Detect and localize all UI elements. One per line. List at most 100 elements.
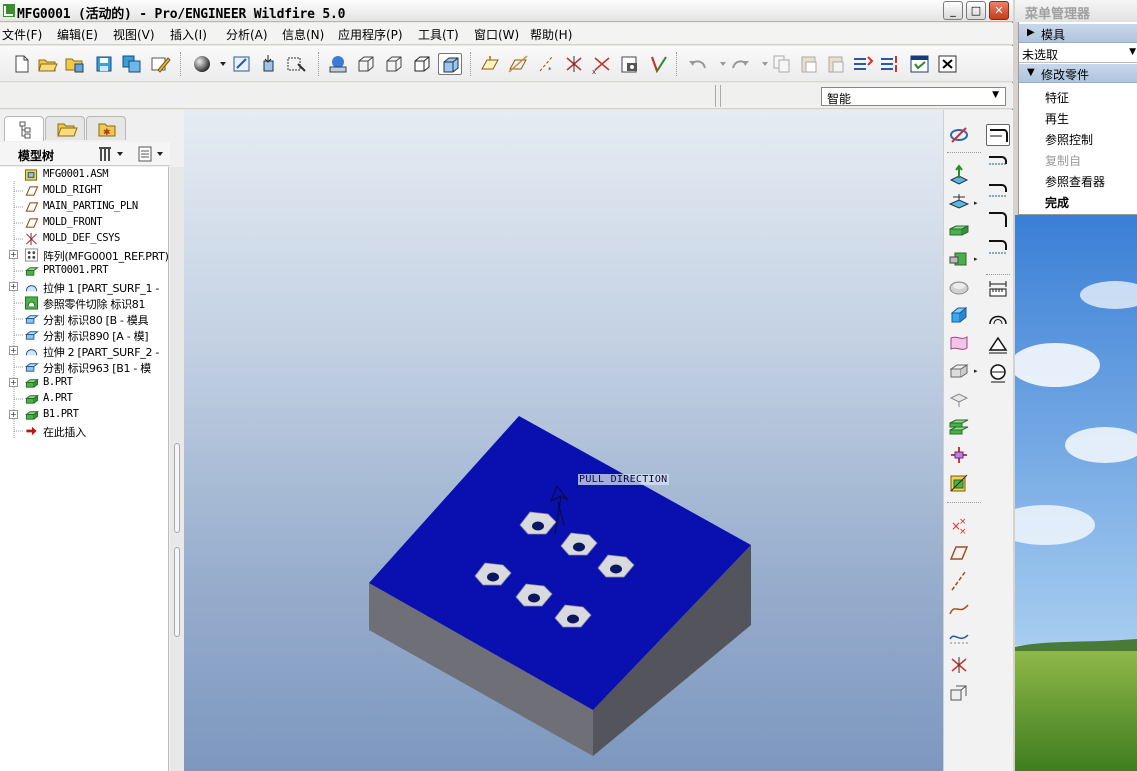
tree-row[interactable]: 分割 标识80 [B - 模具 xyxy=(0,311,168,327)
skirt-surface-icon[interactable] xyxy=(947,388,971,410)
water-line-icon[interactable] xyxy=(986,152,1010,174)
datum-plane-display-icon[interactable] xyxy=(478,53,502,75)
copy-icon[interactable] xyxy=(770,53,794,75)
zoom-box-icon[interactable] xyxy=(285,53,309,75)
close-button[interactable]: ✕ xyxy=(989,1,1009,20)
pull-direction-icon[interactable] xyxy=(947,164,971,186)
mold-layout-icon[interactable] xyxy=(947,444,971,466)
tree-row[interactable]: MOLD_DEF_CSYS xyxy=(0,231,168,247)
menu-analysis[interactable]: 分析(A) xyxy=(226,26,268,43)
model-tree-tab-icon[interactable] xyxy=(4,116,44,141)
menu-item-regenerate[interactable]: 再生 xyxy=(1045,110,1069,127)
volume-split-icon[interactable] xyxy=(947,304,971,326)
shading-icon[interactable] xyxy=(438,53,462,75)
mold-opening-icon[interactable] xyxy=(947,472,971,494)
menu-section-modify-part[interactable]: ▼ 修改零件 xyxy=(1019,64,1137,83)
menu-selection-dropdown[interactable]: 未选取 ▼ xyxy=(1019,44,1137,63)
no-hidden-icon[interactable] xyxy=(410,53,434,75)
curve-icon[interactable] xyxy=(947,626,971,648)
model-tree[interactable]: MFG0001.ASM MOLD_RIGHT MAIN_PARTING_PLN MOL… xyxy=(0,167,169,771)
menu-help[interactable]: 帮助(H) xyxy=(530,26,572,43)
menu-item-done[interactable]: 完成 xyxy=(1045,194,1069,211)
menu-file[interactable]: 文件(F) xyxy=(2,26,42,43)
workpiece-icon[interactable] xyxy=(947,220,971,242)
pick-icon[interactable] xyxy=(326,53,350,75)
menu-applications[interactable]: 应用程序(P) xyxy=(338,26,403,43)
menu-item-reference-viewer[interactable]: 参照查看器 xyxy=(1045,173,1105,190)
tree-expand-icon[interactable]: + xyxy=(9,378,18,387)
navigator-splitter[interactable] xyxy=(170,167,184,771)
render-sphere-icon[interactable] xyxy=(190,53,214,75)
wireframe-icon[interactable] xyxy=(354,53,378,75)
tree-row[interactable]: + 阵列(MFG0001_REF.PRT) xyxy=(0,247,168,263)
ejector-pin-icon[interactable] xyxy=(986,180,1010,202)
analysis-feature-icon[interactable] xyxy=(947,682,971,704)
save-copy-icon[interactable] xyxy=(120,53,144,75)
datum-point-icon[interactable]: × × × xyxy=(947,514,971,537)
parting-surface-icon[interactable] xyxy=(947,332,971,354)
repaint-icon[interactable] xyxy=(230,53,254,75)
measure-icon[interactable] xyxy=(986,278,1010,300)
feature-list-icon[interactable] xyxy=(878,53,902,75)
new-file-icon[interactable] xyxy=(9,53,33,75)
thickness-check-icon[interactable] xyxy=(986,306,1010,328)
reference-model-icon[interactable] xyxy=(947,192,971,214)
window-activate-icon[interactable] xyxy=(908,53,932,75)
menu-item-feature[interactable]: 特征 xyxy=(1045,89,1069,106)
menu-tools[interactable]: 工具(T) xyxy=(418,26,459,43)
flyout-arrow-icon[interactable]: ▸ xyxy=(974,200,980,207)
window-close-icon[interactable] xyxy=(936,53,960,75)
draft-angle-icon[interactable] xyxy=(986,362,1010,384)
menu-insert[interactable]: 插入(I) xyxy=(170,26,207,43)
open-file-icon[interactable] xyxy=(36,53,60,75)
named-view-icon[interactable]: x xyxy=(590,53,614,76)
regenerate-icon[interactable] xyxy=(646,53,670,75)
menu-info[interactable]: 信息(N) xyxy=(282,26,324,43)
tree-row[interactable]: + 拉伸 1 [PART_SURF_1 - xyxy=(0,279,168,295)
menu-manager-title-bar[interactable]: 菜单管理器 xyxy=(1015,0,1137,22)
tree-row[interactable]: 分割 标识963 [B1 - 模 xyxy=(0,359,168,375)
cavity-insert-icon[interactable] xyxy=(947,416,971,438)
tree-show-button[interactable] xyxy=(136,145,166,163)
spin-center-icon[interactable] xyxy=(257,53,281,75)
tree-row[interactable]: MAIN_PARTING_PLN xyxy=(0,199,168,215)
selection-filter-dropdown[interactable]: 智能 ▼ xyxy=(821,87,1006,106)
projected-area-icon[interactable] xyxy=(986,334,1010,356)
tree-expand-icon[interactable]: + xyxy=(9,250,18,259)
paste-icon[interactable] xyxy=(797,53,821,75)
tree-row[interactable]: MOLD_RIGHT xyxy=(0,183,168,199)
tree-row[interactable]: 参照零件切除 标识81 xyxy=(0,295,168,311)
minimize-button[interactable]: _ xyxy=(943,1,963,20)
csys-display-icon[interactable] xyxy=(562,53,586,75)
graphics-window[interactable]: PULL DIRECTION xyxy=(184,110,943,771)
paste-special-icon[interactable] xyxy=(824,53,848,75)
save-icon[interactable] xyxy=(92,53,116,75)
tree-row[interactable]: MFG0001.ASM xyxy=(0,167,168,183)
tree-row[interactable]: + 拉伸 2 [PART_SURF_2 - xyxy=(0,343,168,359)
tree-row[interactable]: + B.PRT xyxy=(0,375,168,391)
hidden-line-icon[interactable] xyxy=(382,53,406,75)
tree-row[interactable]: PRT0001.PRT xyxy=(0,263,168,279)
tree-row[interactable]: MOLD_FRONT xyxy=(0,215,168,231)
runner-icon[interactable] xyxy=(986,124,1010,146)
datum-axis-display-icon[interactable] xyxy=(506,53,530,75)
sketched-curve-icon[interactable] xyxy=(947,598,971,620)
dropdown-arrow-icon[interactable] xyxy=(212,53,226,75)
menu-item-reference-control[interactable]: 参照控制 xyxy=(1045,131,1093,148)
menu-section-mold[interactable]: ▶ 模具 xyxy=(1019,24,1137,43)
mold-component-icon[interactable] xyxy=(947,248,971,270)
undo-icon[interactable] xyxy=(686,53,710,75)
redo-icon[interactable] xyxy=(728,53,752,75)
tree-expand-icon[interactable]: + xyxy=(9,346,18,355)
redo-dropdown-icon[interactable] xyxy=(754,53,768,75)
regen-manager-icon[interactable] xyxy=(851,53,875,75)
edit-icon[interactable] xyxy=(148,53,172,75)
datum-axis-icon[interactable] xyxy=(947,570,971,592)
mold-workpiece-model[interactable] xyxy=(184,110,943,771)
undo-dropdown-icon[interactable] xyxy=(712,53,726,75)
maximize-button[interactable]: □ xyxy=(966,1,986,20)
tree-expand-icon[interactable]: + xyxy=(9,410,18,419)
flyout-arrow-icon[interactable]: ▸ xyxy=(974,368,980,375)
menu-window[interactable]: 窗口(W) xyxy=(474,26,519,43)
menu-edit[interactable]: 编辑(E) xyxy=(57,26,98,43)
